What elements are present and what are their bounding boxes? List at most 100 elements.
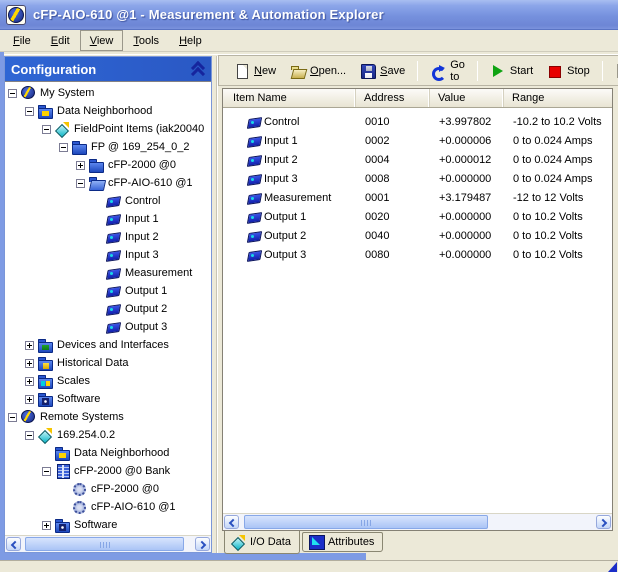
- tree-expand-toggle[interactable]: [25, 340, 34, 350]
- write-button[interactable]: Wri: [608, 59, 618, 83]
- scroll-right-arrow-icon[interactable]: [195, 537, 210, 551]
- scrollbar-thumb[interactable]: [25, 537, 184, 551]
- tree-item[interactable]: FieldPoint Items (iak20040: [5, 120, 211, 138]
- tree-item[interactable]: 169.254.0.2: [5, 426, 211, 444]
- menu-file[interactable]: File: [3, 30, 41, 51]
- folder-open-icon: [89, 176, 104, 190]
- window-title: cFP-AIO-610 @1 - Measurement & Automatio…: [33, 7, 384, 22]
- tab-attributes[interactable]: Attributes: [301, 532, 384, 552]
- tree-item[interactable]: cFP-2000 @0: [5, 156, 211, 174]
- tree-item[interactable]: Data Neighborhood: [5, 102, 211, 120]
- tree-item[interactable]: Output 3: [5, 318, 211, 336]
- tree-item[interactable]: Input 2: [5, 228, 211, 246]
- cell-item-name: Output 1: [264, 210, 307, 223]
- tree-item[interactable]: Output 1: [5, 282, 211, 300]
- tree-item[interactable]: Control: [5, 192, 211, 210]
- tree-expand-toggle[interactable]: [25, 394, 34, 404]
- table-row[interactable]: Input 1 0002 +0.000006 0 to 0.024 Amps: [223, 131, 612, 150]
- new-button[interactable]: New: [227, 59, 283, 83]
- tree-item[interactable]: Output 2: [5, 300, 211, 318]
- cell-address: 0080: [365, 248, 390, 261]
- tree-item[interactable]: Historical Data: [5, 354, 211, 372]
- tree-expand-toggle[interactable]: [42, 124, 51, 134]
- channel-tag-icon: [247, 248, 262, 262]
- tree-item[interactable]: cFP-2000 @0: [5, 480, 211, 498]
- open-button[interactable]: Open...: [283, 59, 353, 83]
- scrollbar-track[interactable]: [22, 537, 194, 551]
- column-header-value[interactable]: Value: [430, 89, 504, 107]
- menu-tools[interactable]: Tools: [123, 30, 169, 51]
- column-header-range[interactable]: Range: [504, 89, 612, 107]
- goto-arrow-icon: [430, 63, 447, 81]
- tree-item[interactable]: Input 1: [5, 210, 211, 228]
- goto-button[interactable]: Go to: [423, 56, 472, 85]
- scroll-left-arrow-icon[interactable]: [224, 515, 239, 529]
- tree-horizontal-scrollbar[interactable]: [5, 535, 211, 552]
- panel-splitter[interactable]: [212, 56, 222, 553]
- tree-expand-toggle[interactable]: [25, 106, 34, 116]
- table-row[interactable]: Input 3 0008 +0.000000 0 to 0.024 Amps: [223, 169, 612, 188]
- scrollbar-track[interactable]: [240, 515, 595, 529]
- channel-tag-icon: [247, 172, 262, 186]
- bank-icon: [55, 464, 70, 479]
- tree-expand-toggle[interactable]: [25, 358, 34, 368]
- tree-item[interactable]: Devices and Interfaces: [5, 336, 211, 354]
- configuration-title: Configuration: [11, 61, 97, 77]
- toolbar-separator: [476, 60, 478, 81]
- tree-item-label: Input 1: [125, 213, 159, 225]
- tree-item-label: cFP-2000 @0 Bank: [74, 465, 171, 477]
- scroll-left-arrow-icon[interactable]: [6, 537, 21, 551]
- tree-expand-toggle[interactable]: [76, 178, 85, 188]
- table-row[interactable]: Measurement 0001 +3.179487 -12 to 12 Vol…: [223, 188, 612, 207]
- menu-edit[interactable]: Edit: [41, 30, 80, 51]
- column-header-item-name[interactable]: Item Name: [223, 89, 356, 107]
- tree-item[interactable]: Remote Systems: [5, 408, 211, 426]
- table-row[interactable]: Control 0010 +3.997802 -10.2 to 10.2 Vol…: [223, 112, 612, 131]
- tree-expand-toggle[interactable]: [8, 412, 17, 422]
- scrollbar-thumb[interactable]: [243, 515, 489, 529]
- table-row[interactable]: Output 1 0020 +0.000000 0 to 10.2 Volts: [223, 207, 612, 226]
- tree-item-label: Output 3: [125, 321, 168, 333]
- tree-item[interactable]: Software: [5, 390, 211, 408]
- tree-item[interactable]: Data Neighborhood: [5, 444, 211, 462]
- scroll-right-arrow-icon[interactable]: [596, 515, 611, 529]
- tree-item[interactable]: Scales: [5, 372, 211, 390]
- menu-view[interactable]: View: [79, 30, 124, 51]
- save-button[interactable]: Save: [353, 59, 412, 83]
- tree-item-label: cFP-AIO-610 @1: [91, 501, 176, 513]
- tree-expand-toggle[interactable]: [59, 142, 68, 152]
- menu-help[interactable]: Help: [169, 30, 212, 51]
- tree-expand-toggle[interactable]: [76, 160, 85, 170]
- table-row[interactable]: Output 3 0080 +0.000000 0 to 10.2 Volts: [223, 245, 612, 264]
- start-button[interactable]: Start: [483, 59, 540, 83]
- table-row[interactable]: Input 2 0004 +0.000012 0 to 0.024 Amps: [223, 150, 612, 169]
- column-header-address[interactable]: Address: [356, 89, 430, 107]
- toolbar: New Open... Save Go to Start Stop: [218, 55, 618, 86]
- tree-expand-toggle[interactable]: [25, 430, 34, 440]
- table-horizontal-scrollbar[interactable]: [223, 513, 612, 530]
- tree-item[interactable]: cFP-AIO-610 @1: [5, 498, 211, 516]
- tree-item[interactable]: cFP-2000 @0 Bank: [5, 462, 211, 480]
- tree-item[interactable]: Input 3: [5, 246, 211, 264]
- tree-expand-toggle[interactable]: [42, 520, 51, 530]
- table-row[interactable]: Output 2 0040 +0.000000 0 to 10.2 Volts: [223, 226, 612, 245]
- tree-item[interactable]: FP @ 169_254_0_2: [5, 138, 211, 156]
- tree-item[interactable]: Measurement: [5, 264, 211, 282]
- stop-button[interactable]: Stop: [540, 59, 597, 83]
- tree-expand-toggle[interactable]: [8, 88, 17, 98]
- tree-expand-toggle[interactable]: [25, 376, 34, 386]
- tree-item[interactable]: My System: [5, 84, 211, 102]
- channel-tag-icon: [247, 191, 262, 205]
- tree-item[interactable]: Software: [5, 516, 211, 534]
- collapse-panel-chevron-icon[interactable]: [191, 61, 205, 77]
- tree-expand-toggle[interactable]: [42, 466, 51, 476]
- tab-io-data[interactable]: I/O Data: [224, 531, 300, 554]
- tree-item[interactable]: cFP-AIO-610 @1: [5, 174, 211, 192]
- max-sphere-icon: [21, 410, 36, 424]
